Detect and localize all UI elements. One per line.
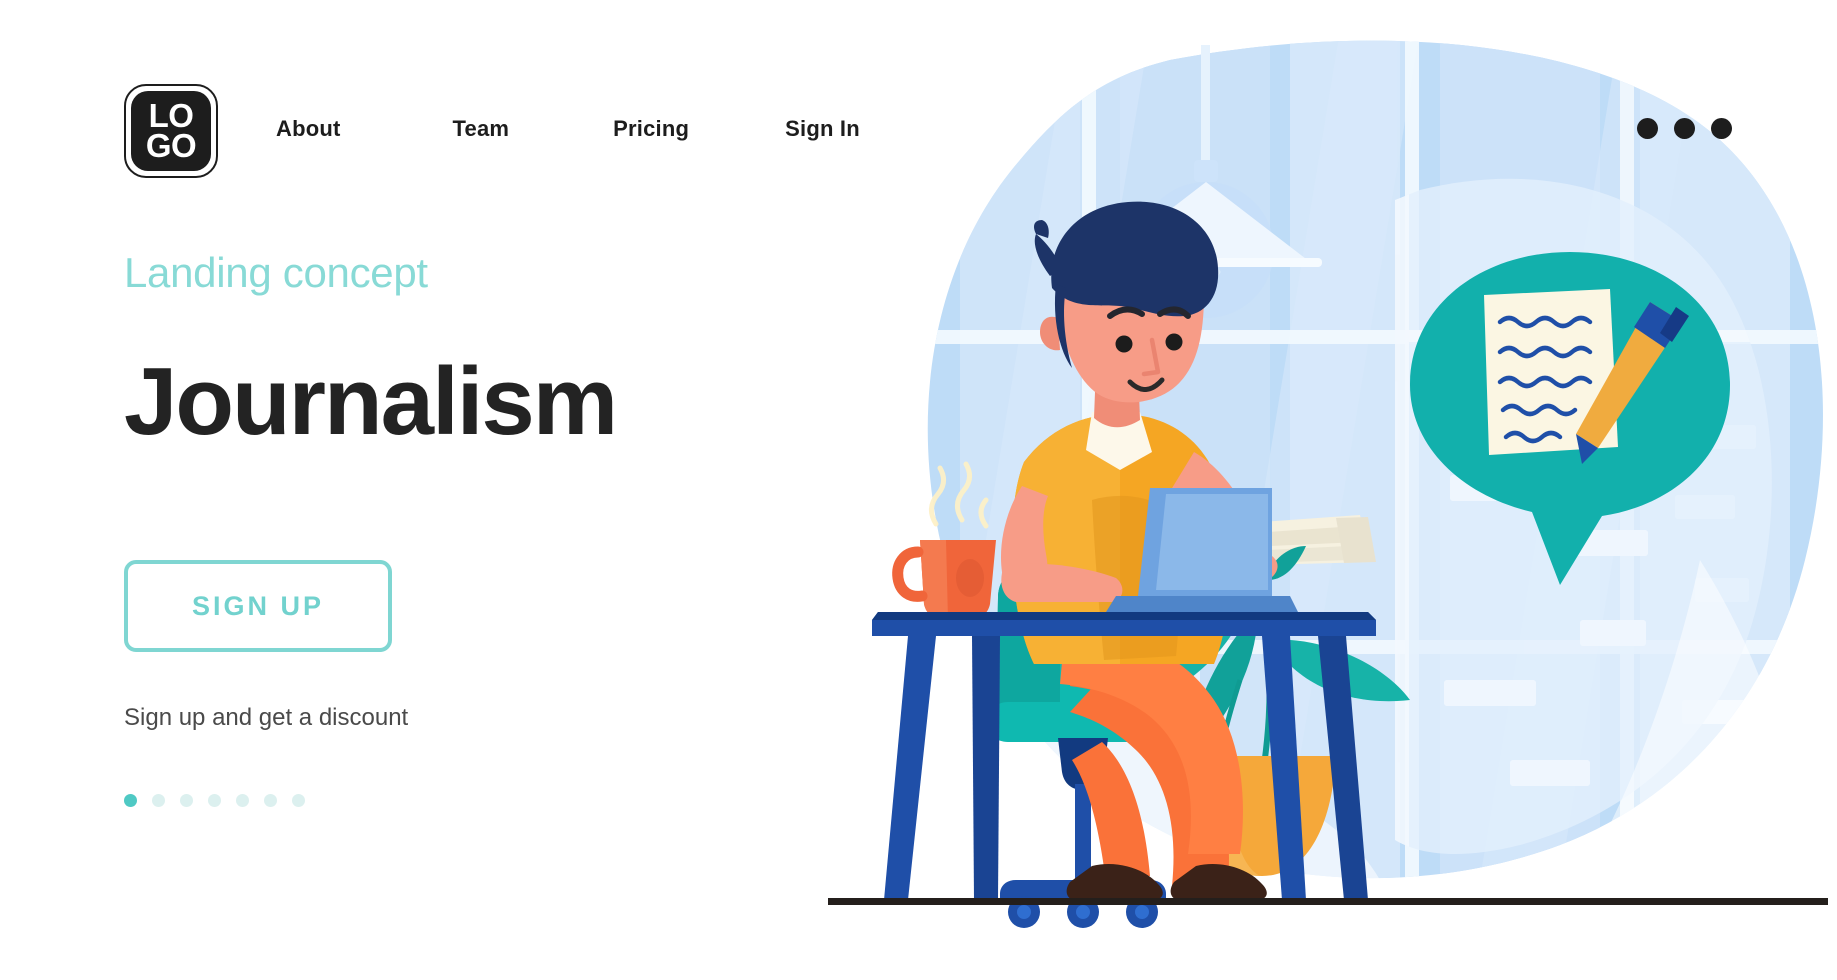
sign-up-button[interactable]: SIGN UP — [124, 560, 392, 653]
hero-eyebrow: Landing concept — [124, 249, 428, 296]
nav-item-team[interactable]: Team — [453, 116, 510, 142]
nav-item-sign-in[interactable]: Sign In — [785, 116, 860, 142]
carousel-dot-2[interactable] — [152, 794, 165, 808]
carousel-indicator — [124, 794, 824, 808]
landing-page: LO GO About Team Pricing Sign In Landing… — [0, 0, 1837, 980]
carousel-dot-1[interactable] — [124, 794, 137, 808]
nav-item-about[interactable]: About — [276, 116, 341, 142]
carousel-dot-7[interactable] — [292, 794, 305, 808]
carousel-dot-4[interactable] — [208, 794, 221, 808]
main-navigation: About Team Pricing Sign In — [276, 116, 860, 142]
menu-dot — [1637, 118, 1658, 139]
carousel-dot-3[interactable] — [180, 794, 193, 808]
overflow-menu-icon[interactable] — [1637, 118, 1732, 139]
page-title: Journalism — [124, 348, 618, 456]
menu-dot — [1674, 118, 1695, 139]
logo-line-2: GO — [145, 127, 197, 164]
sign-up-button-label: SIGN UP — [191, 590, 325, 621]
logo[interactable]: LO GO — [124, 84, 218, 178]
nav-item-pricing[interactable]: Pricing — [613, 116, 689, 142]
carousel-dot-6[interactable] — [264, 794, 277, 808]
site-header: LO GO About Team Pricing Sign In — [0, 0, 1837, 200]
hero-content: Landing concept Journalism SIGN UP Sign … — [124, 249, 824, 808]
floor-line — [828, 898, 1828, 905]
hero-subtext: Sign up and get a discount — [124, 704, 409, 732]
carousel-dot-5[interactable] — [236, 794, 249, 808]
logo-mark: LO GO — [131, 91, 211, 171]
menu-dot — [1711, 118, 1732, 139]
